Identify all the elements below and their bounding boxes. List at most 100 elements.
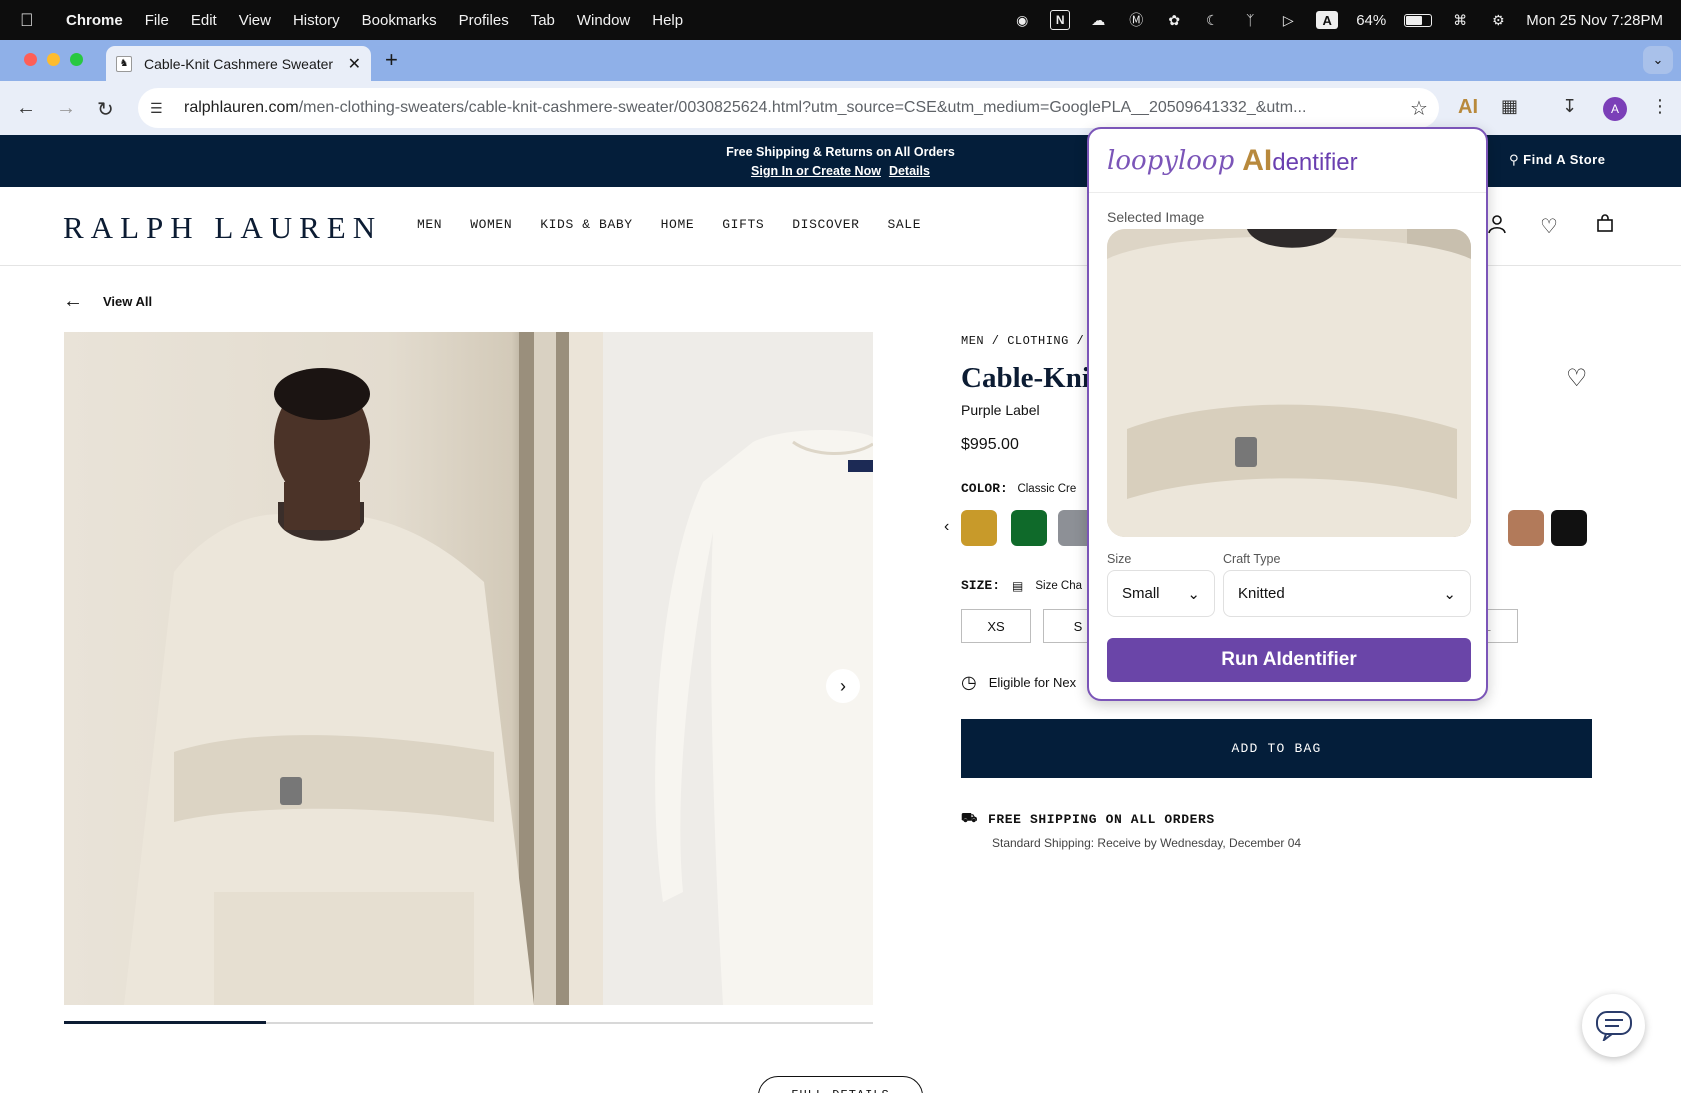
address-bar[interactable]: ☰ ralphlauren.com/men-clothing-sweaters/… bbox=[138, 88, 1439, 128]
color-swatch[interactable] bbox=[1551, 510, 1587, 546]
menu-edit[interactable]: Edit bbox=[191, 12, 217, 29]
aidentifier-popup: loopyloop AIdentifier Selected Image Siz… bbox=[1087, 127, 1488, 701]
menu-window[interactable]: Window bbox=[577, 12, 630, 29]
battery-percent: 64% bbox=[1356, 11, 1387, 29]
full-details-button[interactable]: FULL DETAILS bbox=[758, 1076, 923, 1093]
menu-view[interactable]: View bbox=[239, 12, 271, 29]
truck-icon: ⛟ bbox=[961, 811, 978, 826]
product-image-model[interactable] bbox=[64, 332, 603, 1005]
close-tab-icon[interactable]: ✕ bbox=[348, 54, 361, 74]
chevron-right-icon: › bbox=[840, 675, 846, 696]
brand-ai: AI bbox=[1242, 143, 1273, 177]
add-to-bag-button[interactable]: ADD TO BAG bbox=[961, 719, 1592, 778]
color-value: Classic Cre bbox=[1017, 483, 1077, 495]
browser-tab[interactable]: ♞ Cable-Knit Cashmere Sweater ✕ bbox=[106, 46, 371, 81]
aidentifier-logo: AIdentifier bbox=[1242, 144, 1357, 178]
color-swatch[interactable] bbox=[1011, 510, 1047, 546]
eligible-delivery: ◷ Eligible for Nex bbox=[961, 672, 1076, 693]
product-wishlist-heart-icon[interactable]: ♡ bbox=[1566, 364, 1588, 393]
wifi-icon[interactable]: ⌘ bbox=[1450, 10, 1470, 30]
image-progress-track bbox=[64, 1021, 873, 1024]
input-source-icon[interactable]: A bbox=[1316, 11, 1339, 29]
menu-tab[interactable]: Tab bbox=[531, 12, 555, 29]
menu-bookmarks[interactable]: Bookmarks bbox=[362, 12, 437, 29]
menu-file[interactable]: File bbox=[145, 12, 169, 29]
notion-icon[interactable]: N bbox=[1050, 10, 1071, 30]
profile-avatar[interactable]: A bbox=[1603, 97, 1627, 121]
size-label: SIZE: bbox=[961, 578, 1001, 593]
url-text[interactable]: ralphlauren.com/men-clothing-sweaters/ca… bbox=[184, 99, 1399, 117]
extensions-puzzle-icon[interactable]: ▦ bbox=[1501, 96, 1518, 117]
zoom-window-button[interactable] bbox=[70, 53, 83, 66]
bookmark-star-icon[interactable]: ☆ bbox=[1399, 96, 1439, 121]
size-select[interactable]: Small ⌄ bbox=[1107, 570, 1215, 617]
play-icon[interactable]: ▷ bbox=[1278, 10, 1298, 30]
nav-sale[interactable]: SALE bbox=[888, 217, 922, 232]
chevron-down-icon: ⌄ bbox=[1187, 585, 1200, 603]
next-image-button[interactable]: › bbox=[826, 669, 860, 703]
site-logo[interactable]: RALPH LAUREN bbox=[63, 210, 382, 246]
tab-search-button[interactable]: ⌄ bbox=[1643, 46, 1673, 74]
menu-help[interactable]: Help bbox=[652, 12, 683, 29]
craft-type-value: Knitted bbox=[1238, 585, 1285, 602]
swatch-prev-icon[interactable]: ‹ bbox=[944, 518, 949, 536]
new-tab-button[interactable]: + bbox=[385, 47, 398, 73]
apple-icon[interactable]:  bbox=[20, 10, 50, 31]
color-swatch[interactable] bbox=[961, 510, 997, 546]
site-info-icon[interactable]: ☰ bbox=[150, 100, 172, 117]
minimize-window-button[interactable] bbox=[47, 53, 60, 66]
nav-gifts[interactable]: GIFTS bbox=[722, 217, 764, 232]
find-store-label: Find A Store bbox=[1523, 152, 1606, 167]
details-link[interactable]: Details bbox=[889, 164, 930, 178]
nav-home[interactable]: HOME bbox=[661, 217, 695, 232]
aidentifier-extension-icon[interactable]: AI bbox=[1458, 96, 1478, 119]
popup-header: loopyloop AIdentifier bbox=[1089, 129, 1486, 193]
nav-men[interactable]: MEN bbox=[417, 217, 442, 232]
find-store-link[interactable]: ⚲ Find A Store bbox=[1509, 152, 1605, 168]
openai-icon[interactable]: ✿ bbox=[1164, 10, 1184, 30]
forward-icon[interactable]: → bbox=[56, 97, 76, 120]
ruler-icon: ▤ bbox=[1012, 578, 1024, 593]
nav-discover[interactable]: DISCOVER bbox=[792, 217, 859, 232]
shopping-bag-icon[interactable] bbox=[1596, 214, 1614, 238]
extension-status-icon[interactable]: ◉ bbox=[1012, 10, 1032, 30]
wishlist-heart-icon[interactable]: ♡ bbox=[1540, 214, 1558, 239]
url-path: /men-clothing-sweaters/cable-knit-cashme… bbox=[298, 99, 1307, 116]
menu-app-name[interactable]: Chrome bbox=[66, 12, 123, 29]
product-label[interactable]: Purple Label bbox=[961, 402, 1040, 418]
craft-type-label: Craft Type bbox=[1223, 552, 1281, 566]
product-image-flat[interactable] bbox=[603, 332, 873, 1005]
chat-button[interactable] bbox=[1582, 994, 1645, 1057]
bluetooth-icon[interactable]: ᛉ bbox=[1240, 10, 1260, 30]
breadcrumb[interactable]: MEN / CLOTHING / bbox=[961, 334, 1084, 348]
cloud-icon[interactable]: ☁ bbox=[1088, 10, 1108, 30]
menu-profiles[interactable]: Profiles bbox=[459, 12, 509, 29]
sign-in-link[interactable]: Sign In or Create Now bbox=[751, 164, 881, 178]
clock[interactable]: Mon 25 Nov 7:28PM bbox=[1526, 12, 1663, 29]
product-price: $995.00 bbox=[961, 436, 1019, 453]
grammarly-icon[interactable]: Ⓜ bbox=[1126, 10, 1146, 30]
menu-history[interactable]: History bbox=[293, 12, 340, 29]
location-pin-icon: ⚲ bbox=[1509, 152, 1520, 167]
chrome-menu-icon[interactable]: ⋮ bbox=[1651, 96, 1669, 117]
control-center-icon[interactable]: ⚙ bbox=[1488, 10, 1508, 30]
download-icon[interactable]: ↧ bbox=[1562, 96, 1577, 117]
battery-icon[interactable] bbox=[1404, 13, 1433, 27]
shipping-title-text: FREE SHIPPING ON ALL ORDERS bbox=[987, 812, 1215, 827]
clock-icon: ◷ bbox=[961, 672, 977, 692]
account-icon[interactable] bbox=[1488, 214, 1506, 240]
moon-icon[interactable]: ☾ bbox=[1202, 10, 1222, 30]
nav-kids-baby[interactable]: KIDS & BABY bbox=[540, 217, 632, 232]
color-selector-label: COLOR: Classic Cre bbox=[961, 480, 1076, 496]
view-all-link[interactable]: ← View All bbox=[63, 290, 152, 313]
craft-type-select[interactable]: Knitted ⌄ bbox=[1223, 570, 1471, 617]
size-option-xs[interactable]: XS bbox=[961, 609, 1031, 643]
close-window-button[interactable] bbox=[24, 53, 37, 66]
chat-bubble-icon bbox=[1595, 1010, 1632, 1041]
size-chart-link[interactable]: Size Cha bbox=[1035, 580, 1082, 592]
back-icon[interactable]: ← bbox=[16, 97, 36, 120]
run-aidentifier-button[interactable]: Run AIdentifier bbox=[1107, 638, 1471, 682]
color-swatch[interactable] bbox=[1508, 510, 1544, 546]
nav-women[interactable]: WOMEN bbox=[470, 217, 512, 232]
reload-icon[interactable]: ↻ bbox=[97, 97, 114, 122]
